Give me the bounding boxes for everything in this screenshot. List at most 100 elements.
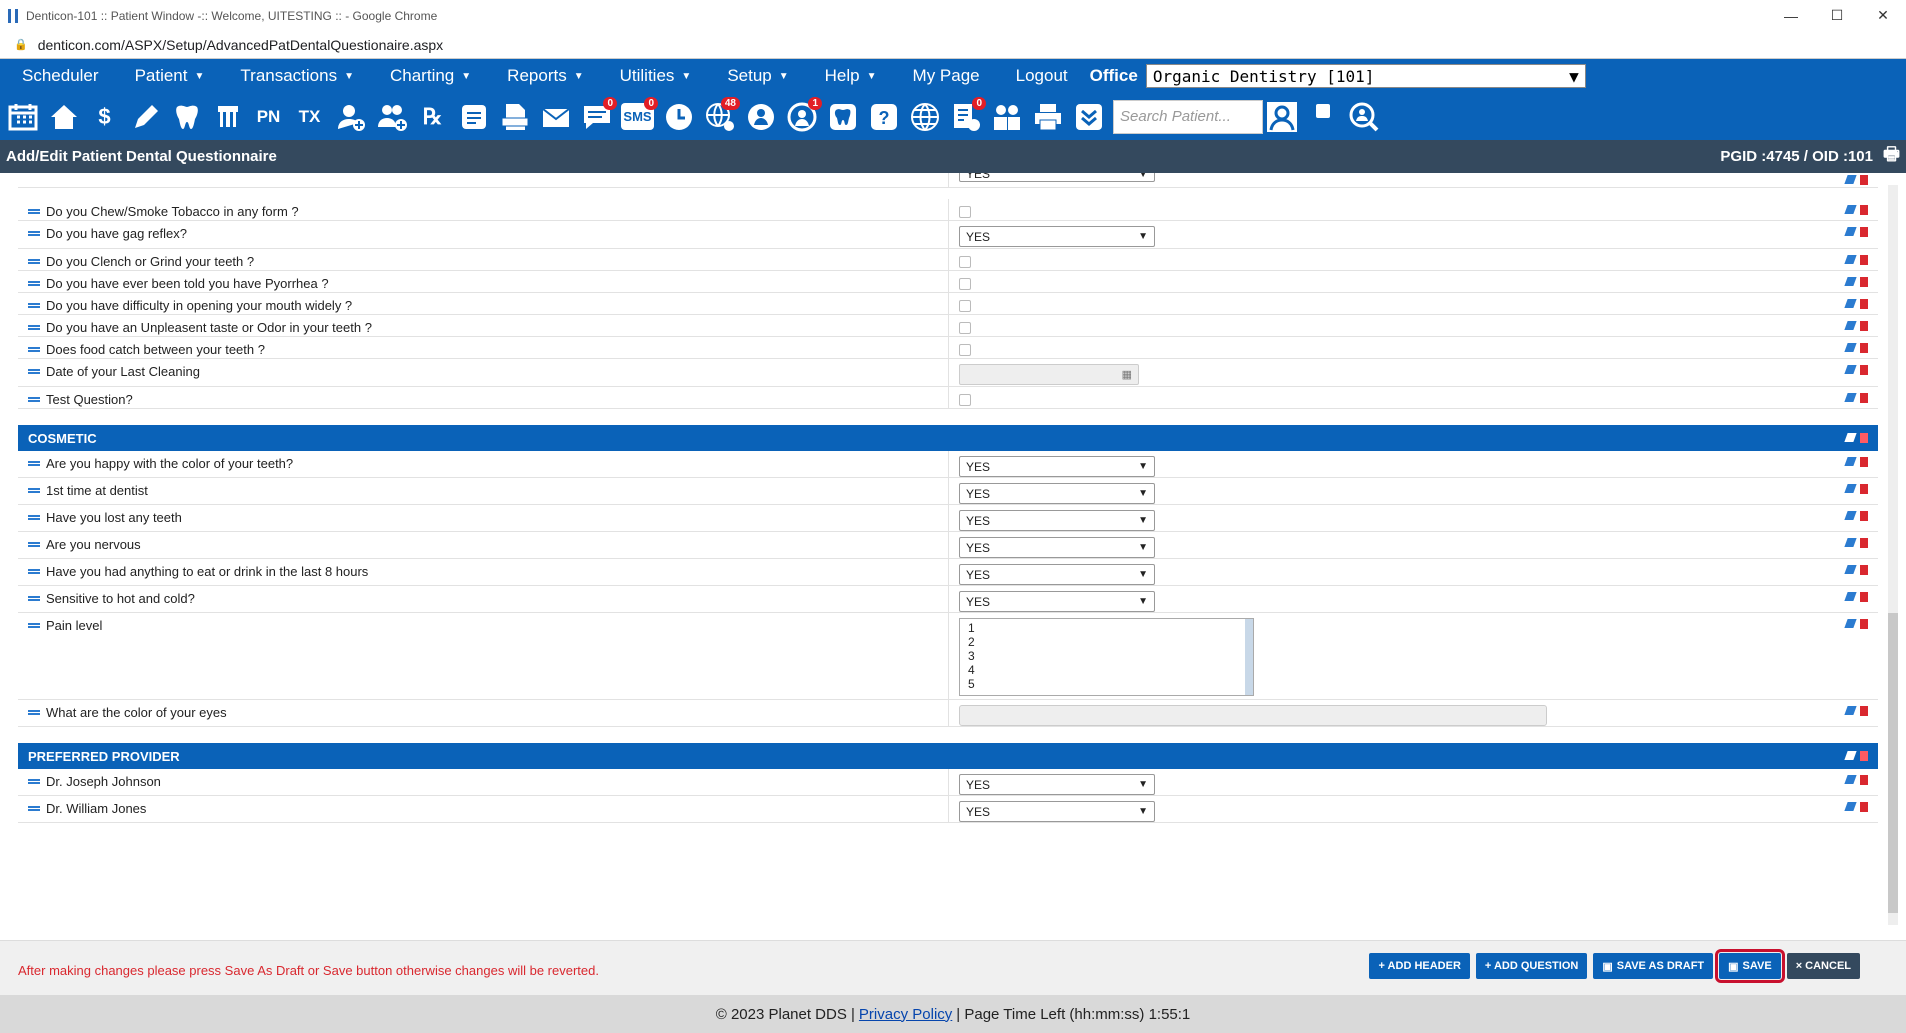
check-shield-icon[interactable]: [1070, 97, 1107, 137]
answer-select[interactable]: YES ▼: [959, 591, 1155, 612]
answer-checkbox[interactable]: [959, 394, 971, 406]
edit-icon[interactable]: [1844, 511, 1857, 520]
edit-icon[interactable]: [1844, 565, 1857, 574]
drag-handle-icon[interactable]: [28, 461, 40, 466]
edit-icon[interactable]: [1844, 484, 1857, 493]
delete-icon[interactable]: [1860, 565, 1868, 575]
delete-icon[interactable]: [1860, 299, 1868, 309]
answer-text-input[interactable]: [959, 705, 1547, 726]
delete-icon[interactable]: [1860, 706, 1868, 716]
delete-icon[interactable]: [1860, 751, 1868, 761]
answer-select[interactable]: YES ▼: [959, 226, 1155, 247]
patient-group-icon[interactable]: [742, 97, 779, 137]
edit-icon[interactable]: [1844, 205, 1857, 214]
drag-handle-icon[interactable]: [28, 369, 40, 374]
menu-patient[interactable]: Patient ▼: [113, 66, 219, 86]
menu-help[interactable]: Help ▼: [803, 66, 891, 86]
edit-icon[interactable]: [1844, 393, 1857, 402]
answer-select[interactable]: YES ▼: [959, 456, 1155, 477]
list-option[interactable]: 3: [968, 649, 1245, 663]
answer-select[interactable]: YES ▼: [959, 510, 1155, 531]
listbox-scrollbar[interactable]: [1245, 619, 1253, 695]
edit-icon[interactable]: [1844, 457, 1857, 466]
search-patient-input[interactable]: Search Patient...: [1113, 99, 1263, 134]
drag-handle-icon[interactable]: [28, 596, 40, 601]
drag-handle-icon[interactable]: [28, 569, 40, 574]
address-bar[interactable]: 🔒 denticon.com/ASPX/Setup/AdvancedPatDen…: [0, 31, 1906, 59]
edit-icon[interactable]: [1844, 343, 1857, 352]
home-icon[interactable]: [45, 97, 82, 137]
edit-icon[interactable]: [1844, 175, 1857, 184]
delete-icon[interactable]: [1860, 227, 1868, 237]
answer-select[interactable]: YES ▼: [959, 564, 1155, 585]
answer-select[interactable]: YES ▼: [959, 483, 1155, 504]
edit-icon[interactable]: [1844, 802, 1857, 811]
edit-icon[interactable]: [1844, 255, 1857, 264]
drag-handle-icon[interactable]: [28, 710, 40, 715]
sms-icon[interactable]: SMS 0: [619, 96, 658, 137]
delete-icon[interactable]: [1860, 321, 1868, 331]
answer-select[interactable]: YES ▼: [959, 173, 1155, 182]
delete-icon[interactable]: [1860, 457, 1868, 467]
pain-level-listbox[interactable]: 1 2 3 4 5: [959, 618, 1254, 696]
delete-icon[interactable]: [1860, 484, 1868, 494]
menu-setup[interactable]: Setup ▼: [705, 66, 802, 86]
delete-icon[interactable]: [1860, 277, 1868, 287]
drag-handle-icon[interactable]: [28, 259, 40, 264]
printer-icon[interactable]: [1029, 97, 1066, 137]
tooth-outline-icon[interactable]: [824, 97, 861, 137]
menu-my-page[interactable]: My Page: [891, 66, 994, 86]
toggle-checkbox[interactable]: [1304, 97, 1341, 137]
notes-icon[interactable]: [455, 97, 492, 137]
menu-scheduler[interactable]: Scheduler: [0, 66, 113, 86]
edit-icon[interactable]: [1844, 433, 1857, 442]
delete-icon[interactable]: [1860, 255, 1868, 265]
edit-icon[interactable]: [1844, 592, 1857, 601]
delete-icon[interactable]: [1860, 619, 1868, 629]
list-option[interactable]: 4: [968, 663, 1245, 677]
prescription-icon[interactable]: ℞: [414, 97, 451, 137]
menu-utilities[interactable]: Utilities ▼: [598, 66, 706, 86]
scrollbar-thumb[interactable]: [1888, 613, 1898, 913]
menu-charting[interactable]: Charting ▼: [368, 66, 485, 86]
office-select[interactable]: Organic Dentistry [101] ▼: [1145, 64, 1586, 88]
forms-icon[interactable]: 0: [947, 96, 986, 137]
answer-select[interactable]: YES ▼: [959, 774, 1155, 795]
answer-checkbox[interactable]: [959, 300, 971, 312]
drag-handle-icon[interactable]: [28, 209, 40, 214]
drag-handle-icon[interactable]: [28, 542, 40, 547]
answer-select[interactable]: YES ▼: [959, 801, 1155, 822]
patient-alert-icon[interactable]: 1: [783, 96, 822, 137]
delete-icon[interactable]: [1860, 205, 1868, 215]
answer-checkbox[interactable]: [959, 322, 971, 334]
delete-icon[interactable]: [1860, 592, 1868, 602]
menu-reports[interactable]: Reports ▼: [485, 66, 597, 86]
help-question-icon[interactable]: ?: [865, 97, 902, 137]
delete-icon[interactable]: [1860, 802, 1868, 812]
web-users-icon[interactable]: 48: [701, 96, 740, 137]
list-option[interactable]: 2: [968, 635, 1245, 649]
drag-handle-icon[interactable]: [28, 515, 40, 520]
edit-icon[interactable]: [1844, 775, 1857, 784]
edit-icon[interactable]: [1844, 751, 1857, 760]
answer-checkbox[interactable]: [959, 344, 971, 356]
drag-handle-icon[interactable]: [28, 488, 40, 493]
edit-icon[interactable]: [1844, 538, 1857, 547]
drag-handle-icon[interactable]: [28, 397, 40, 402]
add-header-button[interactable]: + ADD HEADER: [1369, 953, 1470, 979]
pen-edit-icon[interactable]: [127, 97, 164, 137]
clock-icon[interactable]: [660, 97, 697, 137]
add-question-button[interactable]: + ADD QUESTION: [1475, 953, 1588, 979]
edit-icon[interactable]: [1844, 277, 1857, 286]
privacy-policy-link[interactable]: Privacy Policy: [859, 1006, 952, 1023]
delete-icon[interactable]: [1860, 538, 1868, 548]
close-icon[interactable]: ✕: [1860, 0, 1906, 31]
menu-logout[interactable]: Logout: [994, 66, 1082, 86]
list-option[interactable]: 5: [968, 677, 1245, 691]
save-button[interactable]: ▣ SAVE: [1715, 949, 1785, 983]
save-as-draft-button[interactable]: ▣ SAVE AS DRAFT: [1593, 953, 1714, 979]
messages-icon[interactable]: 0: [578, 96, 617, 137]
add-patient-icon[interactable]: [332, 97, 369, 137]
delete-icon[interactable]: [1860, 775, 1868, 785]
drag-handle-icon[interactable]: [28, 347, 40, 352]
